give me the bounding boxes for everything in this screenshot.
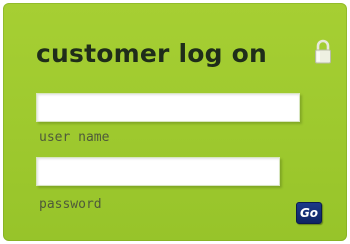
password-label: password	[39, 197, 102, 212]
password-input[interactable]	[36, 157, 280, 186]
go-button[interactable]: Go	[296, 202, 322, 224]
login-title: customer log on	[36, 39, 267, 68]
login-panel: customer log on user name password Go	[3, 3, 347, 241]
padlock-icon	[314, 39, 332, 65]
username-label: user name	[39, 130, 110, 145]
username-input[interactable]	[36, 93, 300, 122]
